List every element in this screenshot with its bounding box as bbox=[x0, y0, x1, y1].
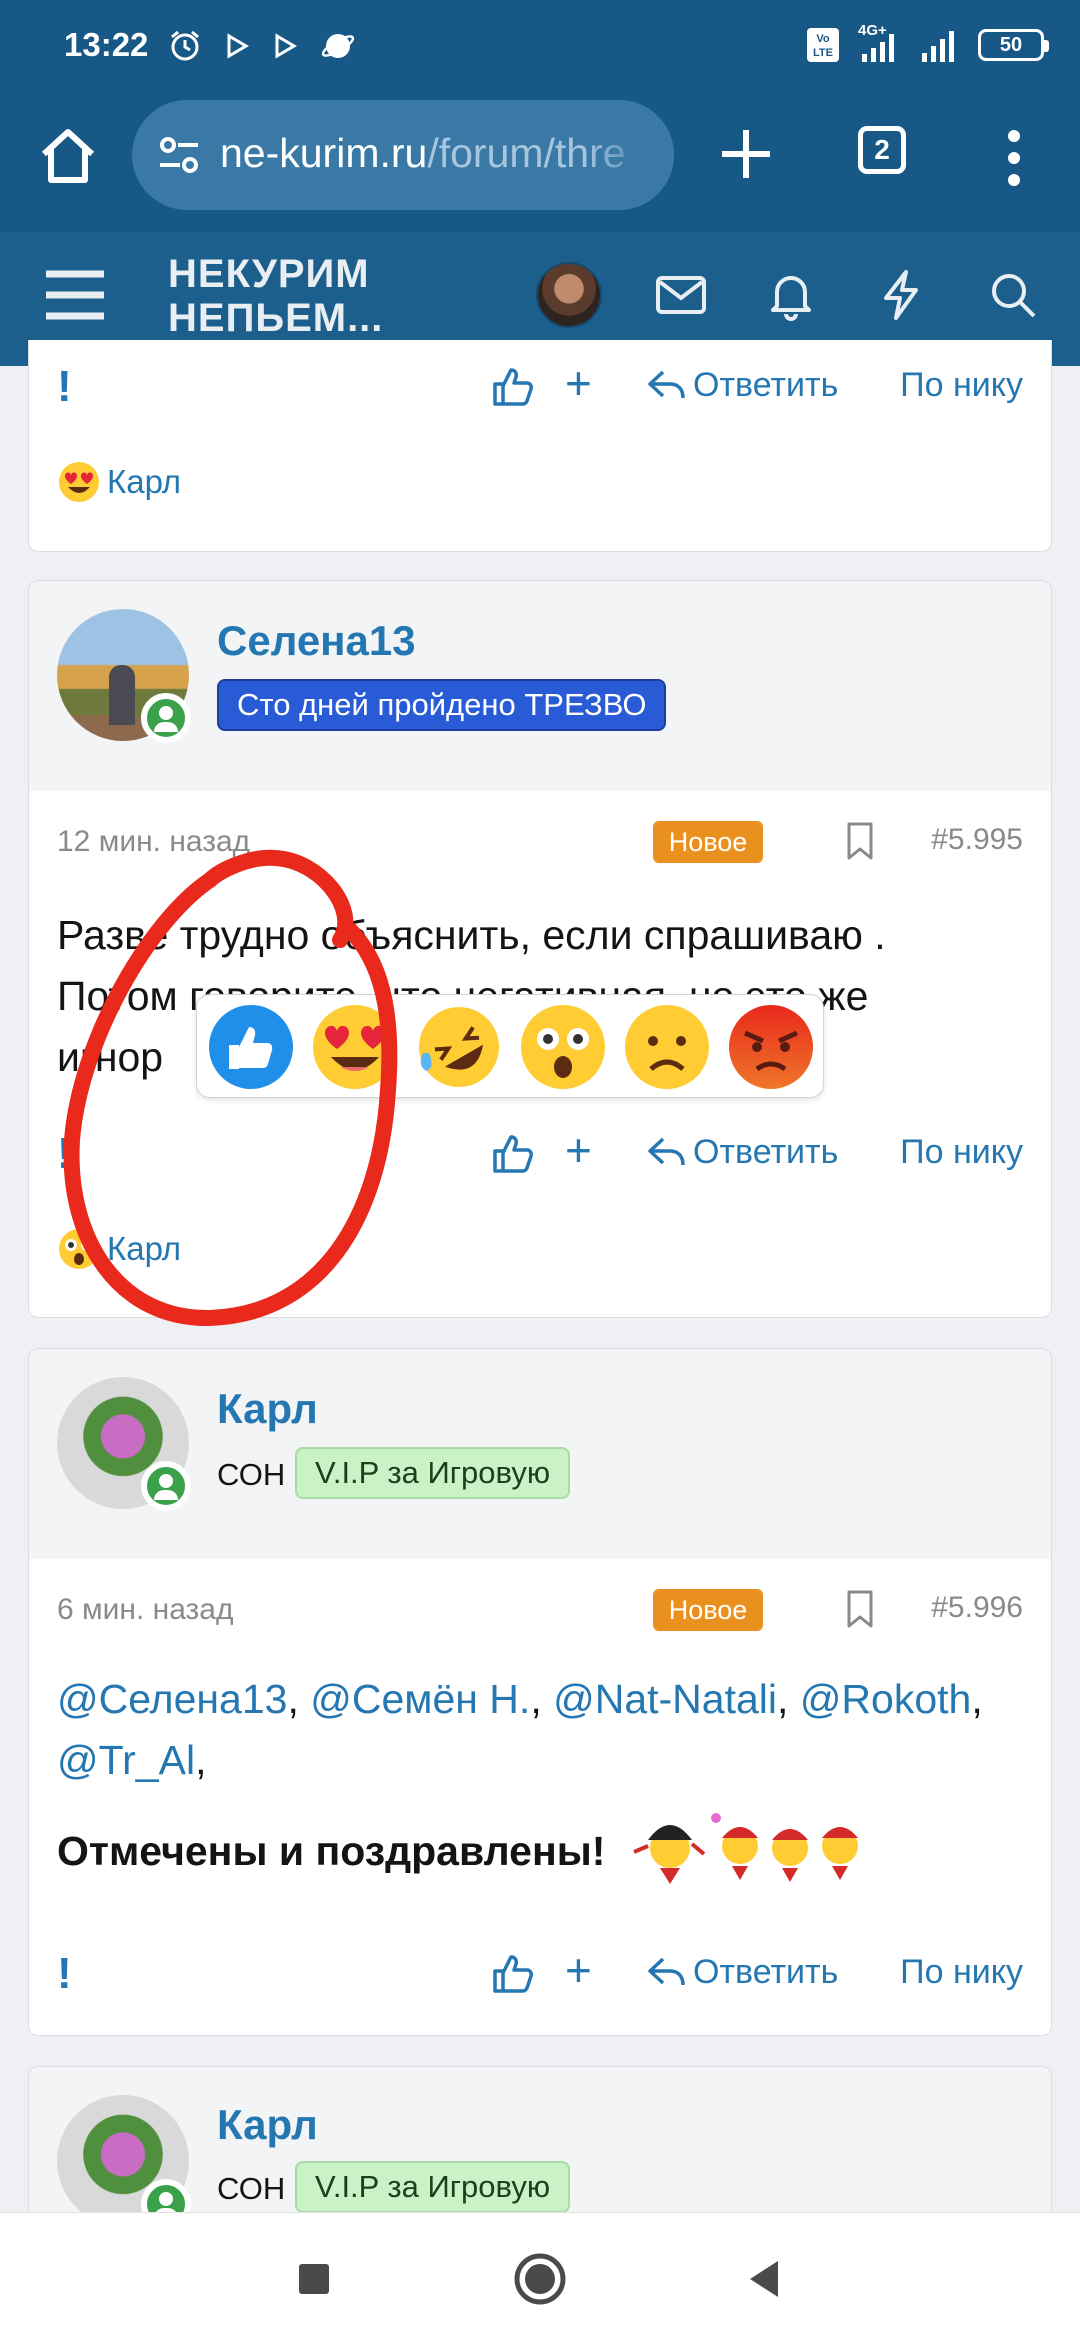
online-status-icon bbox=[141, 693, 191, 743]
play-icon bbox=[227, 33, 249, 59]
post-time[interactable]: 12 мин. назад bbox=[57, 825, 250, 859]
reply-icon bbox=[648, 1957, 685, 1985]
search-icon[interactable] bbox=[984, 266, 1042, 324]
address-bar[interactable]: ne-kurim.ru/forum/thre bbox=[132, 100, 674, 210]
alarm-icon bbox=[171, 30, 199, 61]
user-avatar[interactable] bbox=[536, 262, 602, 328]
reaction-summary[interactable]: Карл bbox=[57, 1227, 181, 1271]
user-banner: Сто дней пройдено ТРЕЗВО bbox=[217, 679, 667, 731]
like-reaction-icon[interactable] bbox=[207, 1003, 295, 1091]
post-number[interactable]: #5.995 bbox=[931, 823, 1023, 857]
post-author-block: Селена13 Сто дней пройдено ТРЕЗВО bbox=[29, 581, 1051, 791]
mail-icon[interactable] bbox=[652, 266, 710, 324]
forum-logo[interactable]: НЕКУРИМ НЕПЬЕМ... bbox=[168, 252, 383, 340]
status-bar: 13:22 Vo LTE 4G+ 50 bbox=[0, 0, 1080, 90]
wow-reaction-icon[interactable] bbox=[519, 1003, 607, 1091]
reply-icon bbox=[648, 370, 685, 398]
mention-link[interactable]: @Селена13 bbox=[57, 1676, 287, 1722]
tab-switcher-button[interactable]: 2 bbox=[858, 126, 906, 174]
like-icon[interactable] bbox=[491, 364, 535, 408]
recents-icon[interactable] bbox=[284, 2249, 344, 2309]
signal-icon bbox=[922, 31, 954, 62]
astonished-emoji-icon bbox=[59, 1229, 99, 1269]
by-nick-button[interactable]: По нику bbox=[900, 1953, 1023, 1992]
mention-link[interactable]: @Rokoth bbox=[800, 1676, 972, 1722]
smiley-group-sticker-icon bbox=[633, 1813, 858, 1884]
sad-reaction-icon[interactable] bbox=[623, 1003, 711, 1091]
user-banner: V.I.P за Игровую bbox=[295, 2161, 571, 2213]
bookmark-icon[interactable] bbox=[845, 821, 875, 861]
post-actions: ! + Ответить По нику bbox=[29, 357, 1051, 412]
post-card: Селена13 Сто дней пройдено ТРЕЗВО 12 мин… bbox=[28, 580, 1052, 1318]
post-number[interactable]: #5.996 bbox=[931, 1591, 1023, 1625]
home-nav-icon[interactable] bbox=[510, 2249, 570, 2309]
system-nav-bar bbox=[0, 2212, 1080, 2340]
new-tab-icon[interactable] bbox=[716, 124, 776, 184]
reply-button[interactable]: Ответить bbox=[647, 366, 838, 405]
user-title: СОН bbox=[217, 2171, 286, 2206]
reaction-picker bbox=[196, 994, 824, 1098]
more-menu-icon[interactable] bbox=[1002, 128, 1026, 188]
bell-icon[interactable] bbox=[762, 266, 820, 324]
lightning-icon[interactable] bbox=[872, 266, 930, 324]
heart-eyes-emoji-icon bbox=[59, 462, 99, 502]
quote-plus-button[interactable]: + bbox=[565, 1943, 592, 1997]
author-name[interactable]: Карл bbox=[217, 2101, 318, 2149]
planet-icon bbox=[321, 34, 355, 58]
reply-button[interactable]: Ответить bbox=[647, 1953, 838, 1992]
new-badge: Новое bbox=[653, 1589, 763, 1631]
online-status-icon bbox=[141, 1461, 191, 1511]
post-actions: ! + Ответить По нику bbox=[29, 1944, 1051, 1999]
love-reaction-icon[interactable] bbox=[311, 1003, 399, 1091]
post-bold-text: Отмечены и поздравлены! bbox=[57, 1828, 606, 1874]
status-time: 13:22 bbox=[64, 26, 149, 63]
angry-reaction-icon[interactable] bbox=[727, 1003, 815, 1091]
report-icon[interactable]: ! bbox=[57, 1129, 72, 1179]
post-card: Карл СОН V.I.P за Игровую 6 мин. назад Н… bbox=[28, 1348, 1052, 2036]
by-nick-button[interactable]: По нику bbox=[900, 366, 1023, 405]
post-card: ! + Ответить По нику Карл bbox=[28, 340, 1052, 552]
post-author-block: Карл СОН V.I.P за Игровую bbox=[29, 1349, 1051, 1559]
author-name[interactable]: Селена13 bbox=[217, 617, 416, 665]
user-banner: V.I.P за Игровую bbox=[295, 1447, 571, 1499]
by-nick-button[interactable]: По нику bbox=[900, 1133, 1023, 1172]
post-actions: ! + Ответить По нику bbox=[29, 1124, 1051, 1179]
report-icon[interactable]: ! bbox=[57, 1949, 72, 1999]
site-settings-icon[interactable] bbox=[156, 132, 202, 178]
battery-icon: 50 bbox=[978, 29, 1049, 61]
mention-link[interactable]: @Семён Н. bbox=[310, 1676, 530, 1722]
svg-text:LTE: LTE bbox=[813, 47, 833, 59]
browser-toolbar: ne-kurim.ru/forum/thre 2 bbox=[0, 90, 1080, 232]
bookmark-icon[interactable] bbox=[845, 1589, 875, 1629]
new-badge: Новое bbox=[653, 821, 763, 863]
user-title: СОН bbox=[217, 1457, 286, 1492]
signal-icon: 4G+ bbox=[858, 22, 902, 64]
reply-button[interactable]: Ответить bbox=[647, 1133, 838, 1172]
svg-text:Vo: Vo bbox=[816, 33, 830, 45]
report-icon[interactable]: ! bbox=[57, 362, 72, 412]
author-name[interactable]: Карл bbox=[217, 1385, 318, 1433]
hamburger-menu-icon[interactable] bbox=[44, 268, 106, 322]
mention-link[interactable]: @Nat-Natali bbox=[553, 1676, 777, 1722]
quote-plus-button[interactable]: + bbox=[565, 1123, 592, 1177]
reaction-summary[interactable]: Карл bbox=[57, 460, 181, 504]
quote-plus-button[interactable]: + bbox=[565, 356, 592, 410]
reply-icon bbox=[648, 1137, 685, 1165]
like-icon[interactable] bbox=[491, 1131, 535, 1175]
like-icon[interactable] bbox=[491, 1951, 535, 1995]
home-icon[interactable] bbox=[36, 124, 100, 188]
volte-icon: Vo LTE bbox=[807, 28, 839, 62]
mention-link[interactable]: @Tr_Al bbox=[57, 1737, 195, 1783]
post-time[interactable]: 6 мин. назад bbox=[57, 1593, 234, 1627]
play-icon bbox=[275, 33, 297, 59]
rofl-reaction-icon[interactable] bbox=[415, 1003, 503, 1091]
url-text: ne-kurim.ru/forum/thre bbox=[220, 130, 626, 176]
post-body: @Селена13, @Семён Н., @Nat-Natali, @Roko… bbox=[57, 1669, 1017, 1882]
back-icon[interactable] bbox=[736, 2249, 796, 2309]
